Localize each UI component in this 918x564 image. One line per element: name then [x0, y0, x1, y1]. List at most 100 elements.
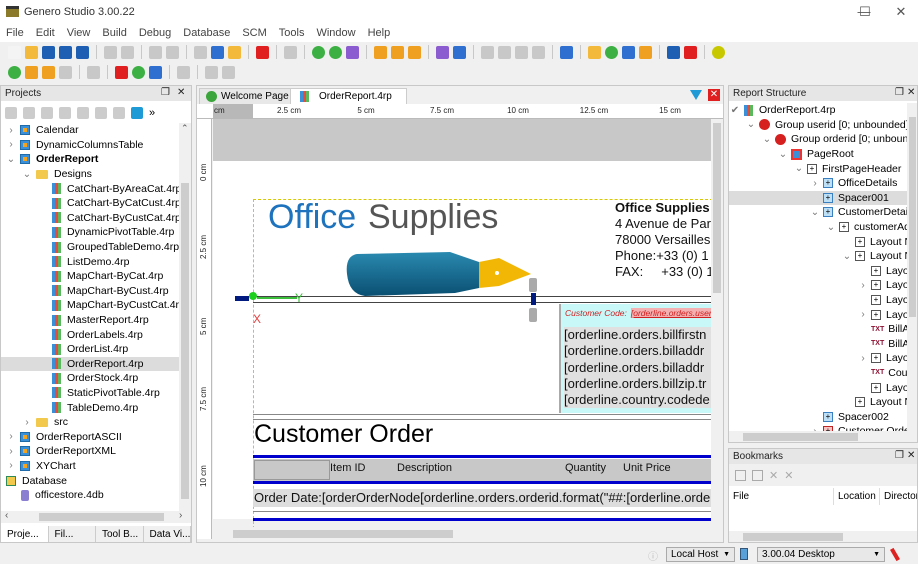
project-tool-d-icon[interactable]	[59, 107, 71, 119]
structure-tree-item[interactable]: TXTBillAddress	[729, 322, 907, 337]
version-select[interactable]: 3.00.04 Desktop ▼	[757, 547, 885, 562]
menu-help[interactable]: Help	[362, 24, 397, 42]
project-tree-item[interactable]: TableDemo.4rp	[1, 400, 179, 415]
copy-icon[interactable]	[211, 45, 224, 59]
scroll-thumb[interactable]	[713, 123, 721, 293]
tab-3[interactable]: Data Vi...	[144, 526, 191, 542]
chevron-down-icon[interactable]: ⌄	[841, 251, 853, 262]
structure-tree-item[interactable]: ⌄ PageRoot	[729, 147, 907, 162]
chevron-down-icon[interactable]: ⌄	[825, 222, 837, 233]
bill-field[interactable]: [orderline.orders.billfirstn	[564, 327, 711, 344]
zoom-fit-icon[interactable]	[149, 65, 162, 79]
editor-vscrollbar[interactable]	[711, 119, 723, 527]
chevron-down-icon[interactable]: ⌄	[21, 169, 33, 180]
project-tree-item[interactable]: DynamicPivotTable.4rp	[1, 225, 179, 240]
project-tool-b-icon[interactable]	[23, 107, 35, 119]
structure-tree-item[interactable]: ›+ Layout Node	[729, 351, 907, 366]
redo-icon[interactable]	[166, 45, 179, 59]
build-icon[interactable]	[374, 45, 387, 59]
pilcrow-icon[interactable]	[87, 65, 100, 79]
find-icon[interactable]	[284, 45, 297, 59]
column-location[interactable]: Location	[833, 488, 880, 505]
browse-icon[interactable]	[622, 45, 635, 59]
zoom-out-icon[interactable]	[115, 65, 128, 79]
structure-hscrollbar[interactable]	[729, 431, 917, 442]
project-tool-a-icon[interactable]	[5, 107, 17, 119]
project-tree-item[interactable]: › Calendar	[1, 123, 179, 138]
menu-window[interactable]: Window	[310, 24, 361, 42]
project-tree-item[interactable]: StaticPivotTable.4rp	[1, 386, 179, 401]
tab-1[interactable]: Fil...	[49, 526, 96, 542]
bill-field[interactable]: [orderline.country.codede	[564, 392, 711, 409]
bill-field[interactable]: [orderline.orders.billzip.tr	[564, 375, 711, 393]
project-tree-item[interactable]: OrderList.4rp	[1, 342, 179, 357]
chevron-down-icon[interactable]: ⌄	[809, 207, 821, 218]
project-tree-item[interactable]: MapChart-ByCustCat.4rp	[1, 298, 179, 313]
goto-bookmark-icon[interactable]	[752, 469, 763, 481]
layer-front-icon[interactable]	[222, 65, 235, 79]
project-tree-item[interactable]: CatChart-ByCustCat.4rp	[1, 211, 179, 226]
column-file[interactable]: File	[733, 491, 749, 502]
project-tree-item[interactable]: ⌄ Designs	[1, 167, 179, 182]
more-tools-icon[interactable]: »	[149, 107, 155, 119]
structure-tree-item[interactable]: ⌄+ CustomerDetails	[729, 205, 907, 220]
tab-0[interactable]: Proje...	[1, 526, 49, 542]
project-tree-item[interactable]: MasterReport.4rp	[1, 313, 179, 328]
undo-icon[interactable]	[149, 45, 162, 59]
structure-vscrollbar[interactable]	[907, 103, 917, 431]
order-line-row[interactable]: Order Date:[orderOrderNode[orderline.ord…	[253, 489, 711, 507]
structure-tree-item[interactable]: + Spacer001	[729, 190, 907, 206]
project-tree-item[interactable]: MapChart-ByCust.4rp	[1, 284, 179, 299]
project-tree-item[interactable]: ListDemo.4rp	[1, 254, 179, 269]
chevron-right-icon[interactable]: ›	[5, 139, 17, 150]
d-icon[interactable]	[532, 45, 545, 59]
project-tree-item[interactable]: ⌄ OrderReport	[1, 152, 179, 167]
link-icon[interactable]	[329, 45, 342, 59]
scroll-right-icon[interactable]: ›	[179, 510, 182, 521]
structure-tree-item[interactable]: TXTBillAddress	[729, 337, 907, 352]
rebuild-icon[interactable]	[391, 45, 404, 59]
tools-icon[interactable]	[890, 547, 900, 562]
column-directory[interactable]: Directory	[879, 488, 917, 505]
print-icon[interactable]	[104, 45, 117, 59]
anchor-handle[interactable]	[249, 292, 257, 300]
menu-tools[interactable]: Tools	[273, 24, 311, 42]
chevron-right-icon[interactable]: ›	[5, 431, 17, 442]
chevron-right-icon[interactable]: ›	[21, 417, 33, 428]
menu-debug[interactable]: Debug	[133, 24, 177, 42]
structure-tree-item[interactable]: + Layout Node	[729, 380, 907, 395]
zoom-in-icon[interactable]	[132, 65, 145, 79]
resize-handle[interactable]	[531, 293, 536, 305]
structure-tree-item[interactable]: + Layout Node	[729, 395, 907, 410]
paste-icon[interactable]	[228, 45, 241, 59]
menu-file[interactable]: File	[0, 24, 30, 42]
window-icon[interactable]	[667, 45, 680, 59]
close-panel-icon[interactable]: ✕	[907, 87, 915, 98]
structure-tree-item[interactable]: ✔ OrderReport.4rp	[729, 103, 907, 118]
structure-tree-item[interactable]: + Layout Node	[729, 234, 907, 249]
project-tool-c-icon[interactable]	[41, 107, 53, 119]
project-tree-item[interactable]: GroupedTableDemo.4rp	[1, 240, 179, 255]
notes-icon[interactable]	[588, 45, 601, 59]
menu-database[interactable]: Database	[177, 24, 236, 42]
import-icon[interactable]	[436, 45, 449, 59]
projects-hscrollbar[interactable]: ‹ ›	[1, 510, 191, 523]
chevron-right-icon[interactable]: ›	[857, 309, 869, 320]
check-icon[interactable]: ✔	[729, 105, 741, 116]
a-icon[interactable]	[481, 45, 494, 59]
delete-all-bookmarks-icon[interactable]: ✕	[784, 469, 793, 482]
structure-tree-item[interactable]: ›+ Layout Node	[729, 307, 907, 322]
editor-hscrollbar[interactable]	[213, 527, 711, 541]
chevron-down-icon[interactable]: ⌄	[745, 119, 757, 130]
scroll-thumb[interactable]	[233, 530, 453, 538]
frame-icon[interactable]	[177, 65, 190, 79]
chevron-right-icon[interactable]: ›	[857, 353, 869, 364]
scroll-thumb[interactable]	[181, 183, 189, 499]
cut-icon[interactable]	[194, 45, 207, 59]
run-icon[interactable]	[8, 65, 21, 79]
table-header-row[interactable]: Item ID Description Quantity Unit Price	[253, 459, 711, 481]
scroll-up-icon[interactable]: ⌃	[181, 123, 189, 134]
debug-icon[interactable]	[25, 65, 38, 79]
menu-edit[interactable]: Edit	[30, 24, 61, 42]
filter-icon[interactable]	[690, 90, 702, 100]
